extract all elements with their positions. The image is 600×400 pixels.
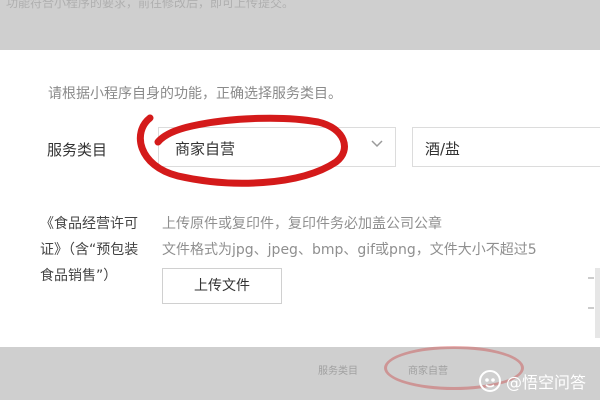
upload-note-format: 文件格式为jpg、jpeg、bmp、gif或png，文件大小不超过5 [162, 242, 537, 258]
scrollbar-track[interactable] [586, 268, 600, 338]
food-license-label: 《食品经营许可证》（含“预包装食品销售”） [40, 216, 139, 284]
secondary-category-select[interactable]: 酒/盐 [412, 127, 600, 167]
wukong-icon [479, 370, 501, 392]
watermark-text: @悟空问答 [506, 373, 587, 392]
upload-note-original: 上传原件或复印件，复印件务必加盖公司公章 [162, 216, 442, 232]
background-header: 功能符合小程序的要求，前往修改后，即可上传提交。 [0, 0, 600, 50]
upload-file-button[interactable]: 上传文件 [162, 268, 282, 304]
secondary-category-value: 酒/盐 [425, 140, 461, 158]
chevron-down-icon [371, 140, 383, 148]
background-footer-label: 服务类目 [318, 366, 358, 377]
background-notice-text: 功能符合小程序的要求，前往修改后，即可上传提交。 [6, 0, 295, 10]
wukong-watermark: @悟空问答 [478, 368, 586, 394]
primary-category-select[interactable]: 商家自营 [158, 127, 396, 167]
service-category-label: 服务类目 [47, 141, 108, 159]
primary-category-value: 商家自营 [175, 140, 236, 158]
category-hint-text: 请根据小程序自身的功能，正确选择服务类目。 [48, 86, 342, 102]
